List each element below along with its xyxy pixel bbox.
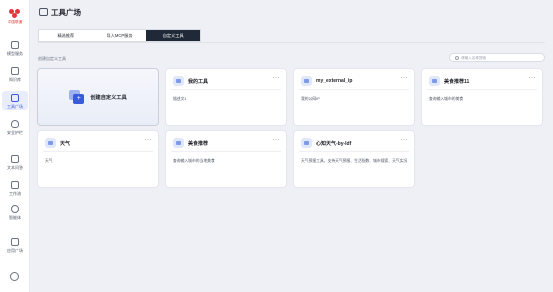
workflow-icon	[11, 181, 19, 189]
more-options-icon[interactable]: ···	[401, 75, 409, 81]
tool-card-title: 美食推荐11	[444, 79, 470, 85]
model-icon	[11, 41, 19, 49]
sidebar-item-label: 文本问答	[7, 165, 23, 170]
tool-card[interactable]: 美食推荐11 ··· 查询输入城市的美食	[421, 68, 543, 126]
tool-card[interactable]: 天气 ··· 天气	[37, 130, 159, 188]
create-custom-tool-label: 创建自定义工具	[90, 94, 127, 101]
more-options-icon[interactable]: ···	[401, 137, 409, 143]
card-divider	[299, 89, 409, 90]
more-options-icon[interactable]: ···	[145, 137, 153, 143]
tool-card-title: 美食推荐	[188, 141, 209, 147]
sidebar-item-agent[interactable]: 智能体	[0, 205, 30, 220]
tool-icon	[173, 138, 184, 148]
tool-icon	[45, 138, 56, 148]
tool-card-title: 我的工具	[188, 79, 209, 85]
gear-icon[interactable]	[10, 272, 19, 281]
sidebar-item-security[interactable]: 安全护栏	[0, 120, 30, 135]
sidebar-item-model-service[interactable]: 模型服务	[0, 41, 30, 56]
card-divider	[171, 89, 281, 90]
card-divider	[43, 151, 153, 152]
sidebar-item-app-square[interactable]: 应用广场	[0, 238, 30, 253]
tool-icon	[301, 138, 312, 148]
tool-card-description: 天气	[45, 159, 53, 163]
sidebar-item-tools[interactable]: 工具广场	[0, 91, 30, 110]
section-label: 创建自定义工具	[38, 56, 66, 61]
shield-icon	[11, 120, 19, 128]
brand-logo[interactable]: 中国联通	[5, 9, 25, 24]
add-tool-icon: +	[69, 90, 85, 104]
tab-custom-tools[interactable]: 自定义工具	[146, 30, 201, 41]
sidebar-item-text-qa[interactable]: 文本问答	[0, 155, 30, 170]
tool-card-description: 查询输入城市的美食	[429, 97, 464, 101]
sidebar: 中国联通 模型服务 知识库 工具广场 安全护栏 文本问答 工作流 智能体 应用广…	[0, 0, 30, 292]
sidebar-item-label: 工作流	[9, 191, 21, 196]
tool-card-description: 查询输入城市的当地美食	[173, 159, 215, 163]
more-options-icon[interactable]: ···	[529, 75, 537, 81]
brand-logo-text: 中国联通	[7, 20, 23, 24]
tool-icon	[301, 76, 312, 86]
tool-icon	[173, 76, 184, 86]
search-input[interactable]	[461, 55, 541, 61]
tool-card-description: 我的公网IP	[301, 97, 320, 101]
tab-bar: 精选推荐 导入MCP服务 自定义工具	[38, 29, 201, 42]
tool-card[interactable]: my_external_ip ··· 我的公网IP	[293, 68, 415, 126]
tool-card-description: 描述文1	[173, 97, 187, 101]
tool-card[interactable]: 美食推荐 ··· 查询输入城市的当地美食	[165, 130, 287, 188]
card-divider	[171, 151, 281, 152]
search-box	[449, 53, 545, 62]
sidebar-item-knowledge[interactable]: 知识库	[0, 67, 30, 82]
sidebar-item-label: 安全护栏	[7, 130, 23, 135]
page-title: 工具广场	[51, 8, 81, 17]
sidebar-item-label: 模型服务	[7, 51, 23, 56]
search-icon	[455, 56, 459, 60]
sidebar-item-label: 工具广场	[7, 104, 23, 109]
document-icon	[11, 155, 19, 163]
unicom-logo-icon	[9, 9, 21, 19]
knowledge-icon	[11, 67, 19, 75]
tool-icon	[429, 76, 440, 86]
sidebar-item-label: 应用广场	[7, 248, 23, 253]
tool-card-title: my_external_ip	[316, 78, 353, 84]
tool-card-title: 心知天气-by-ldf	[316, 141, 352, 147]
sidebar-item-workflow[interactable]: 工作流	[0, 181, 30, 196]
card-divider	[427, 89, 537, 90]
sidebar-item-label: 智能体	[9, 215, 21, 220]
agent-icon	[11, 205, 19, 213]
more-options-icon[interactable]: ···	[273, 137, 281, 143]
tool-card[interactable]: 我的工具 ··· 描述文1	[165, 68, 287, 126]
tool-card[interactable]: 心知天气-by-ldf ··· 天气预报工具，支持天气预报、生活指数、城市搜索、…	[293, 130, 415, 188]
card-divider	[299, 151, 409, 152]
app-icon	[11, 238, 19, 246]
tabs-divider	[38, 42, 545, 43]
tools-header-icon	[39, 8, 48, 16]
tab-featured[interactable]: 精选推荐	[39, 30, 93, 41]
tool-card-title: 天气	[60, 141, 71, 147]
more-options-icon[interactable]: ···	[273, 75, 281, 81]
create-custom-tool-card[interactable]: + 创建自定义工具	[37, 68, 159, 126]
tab-import-mcp[interactable]: 导入MCP服务	[93, 30, 147, 41]
tools-icon	[11, 94, 19, 102]
sidebar-item-label: 知识库	[9, 77, 21, 82]
tool-card-description: 天气预报工具，支持天气预报、生活指数、城市搜索、天气实况	[301, 159, 408, 163]
